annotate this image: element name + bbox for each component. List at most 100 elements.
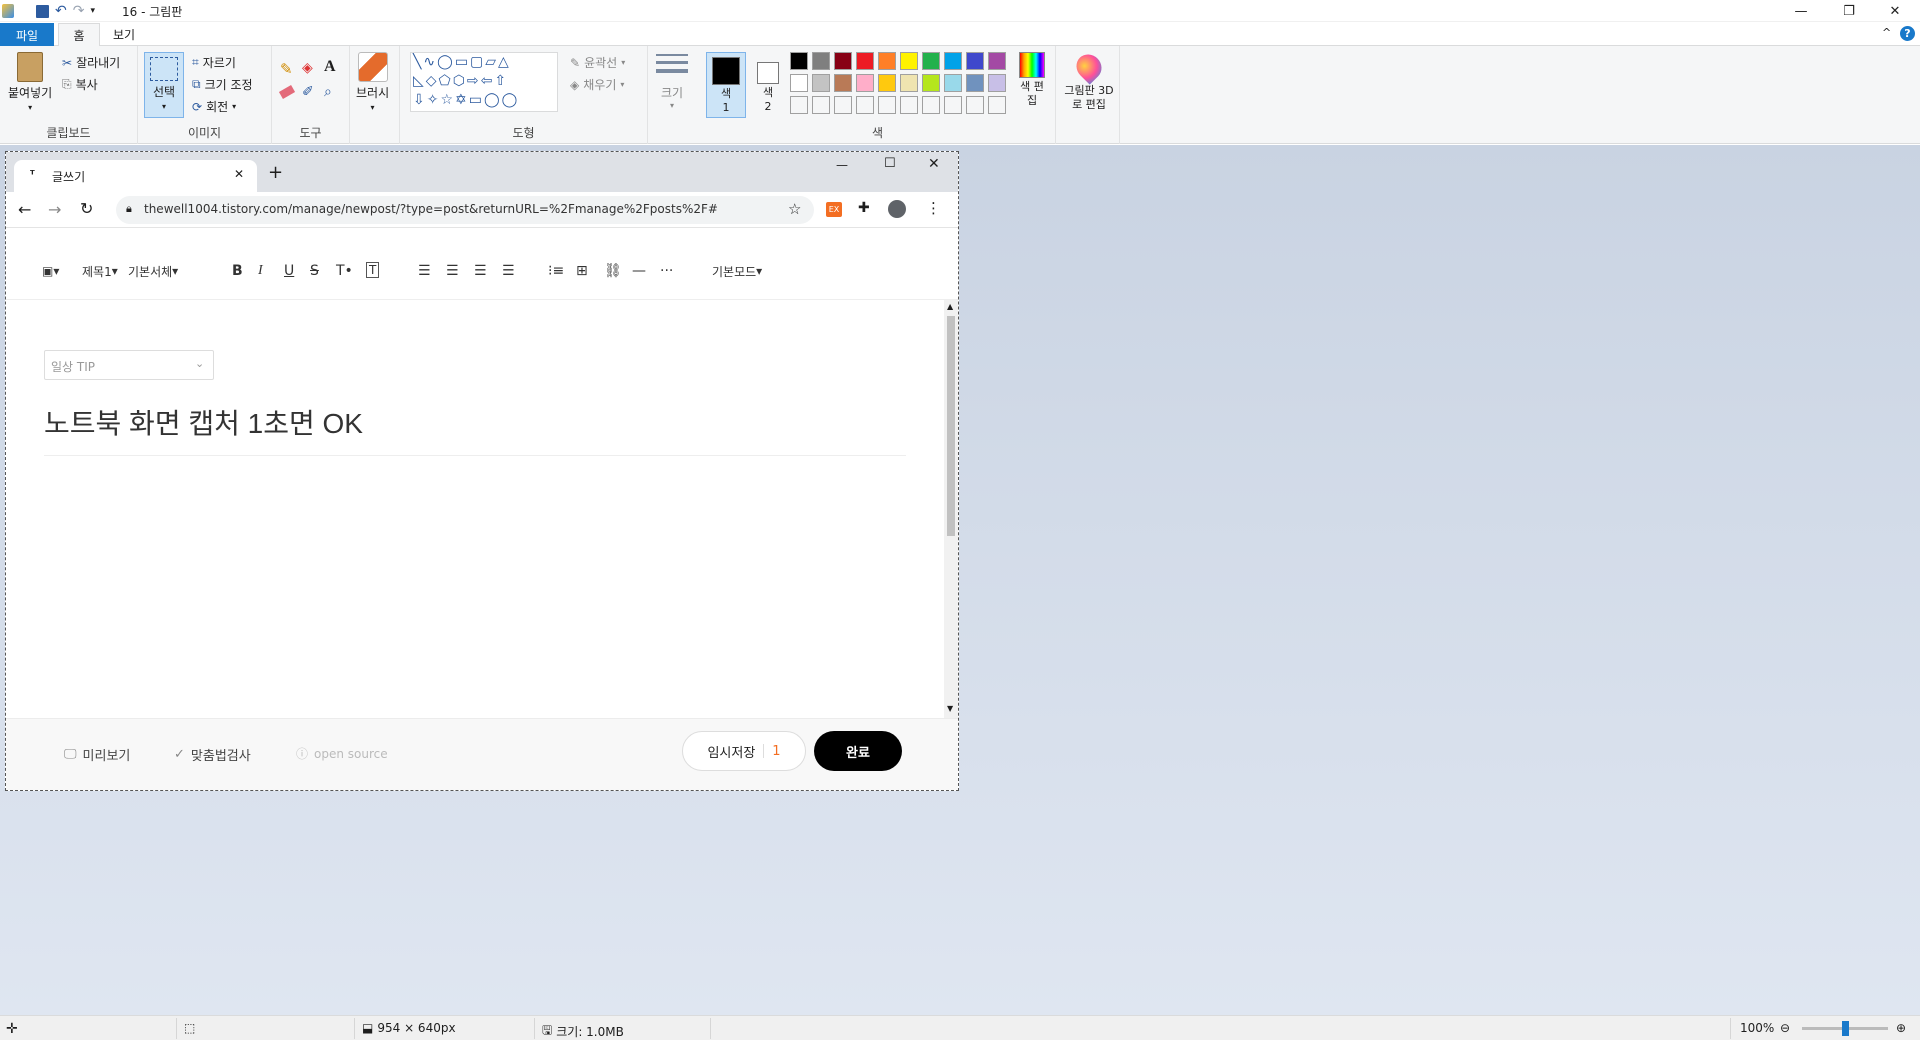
palette-swatch[interactable] (790, 74, 808, 92)
close-button[interactable]: ✕ (1872, 0, 1918, 22)
mode-dropdown[interactable]: 기본모드 ▾ (712, 262, 762, 280)
palette-swatch[interactable] (966, 74, 984, 92)
heading-dropdown[interactable]: 제목1 ▾ (82, 262, 118, 280)
pencil-icon[interactable]: ✎ (280, 60, 293, 78)
palette-swatch[interactable] (856, 52, 874, 70)
palette-swatch[interactable] (944, 52, 962, 70)
bookmark-star-icon[interactable]: ☆ (788, 200, 801, 218)
new-tab-icon[interactable]: + (268, 164, 283, 182)
color-picker-icon[interactable]: ✐ (302, 84, 314, 100)
custom-color-slot[interactable] (988, 96, 1006, 114)
qat-dropdown-icon[interactable]: ▾ (90, 6, 95, 16)
link-icon[interactable]: ⛓ (604, 262, 622, 280)
extension-ex-icon[interactable]: EX (826, 202, 842, 217)
preview-button[interactable]: 🖵︎ 미리보기 (64, 745, 130, 764)
collapse-ribbon-icon[interactable]: ^ (1882, 26, 1891, 39)
palette-swatch[interactable] (900, 74, 918, 92)
scrollbar-thumb[interactable] (947, 316, 955, 536)
fill-button[interactable]: ◈ 채우기 ▾ (570, 76, 624, 93)
eraser-icon[interactable] (278, 85, 296, 99)
canvas-area[interactable]: ᵀ 글쓰기 ✕ + — ☐ ✕ ← → ↻ 🔒︎ thewell1004.tis… (0, 145, 1920, 1015)
help-icon[interactable]: ? (1900, 26, 1915, 41)
forward-icon[interactable]: → (48, 200, 61, 219)
browser-menu-icon[interactable]: ⋮ (926, 199, 941, 217)
custom-color-slot[interactable] (922, 96, 940, 114)
category-select[interactable]: 일상 TIP ⌄ (44, 350, 214, 380)
table-icon[interactable]: ⊞ (576, 262, 588, 280)
palette-swatch[interactable] (900, 52, 918, 70)
redo-icon[interactable]: ↷ (73, 3, 85, 19)
minimize-button[interactable]: — (1778, 0, 1824, 22)
scroll-down-icon[interactable]: ▼ (947, 704, 953, 713)
align-right-icon[interactable]: ☰ (474, 262, 487, 280)
scroll-up-icon[interactable]: ▲ (947, 302, 953, 311)
custom-color-slot[interactable] (900, 96, 918, 114)
palette-swatch[interactable] (922, 52, 940, 70)
custom-color-slot[interactable] (834, 96, 852, 114)
profile-avatar-icon[interactable] (888, 200, 906, 218)
custom-color-slot[interactable] (966, 96, 984, 114)
palette-swatch[interactable] (922, 74, 940, 92)
address-bar[interactable]: 🔒︎ thewell1004.tistory.com/manage/newpos… (116, 196, 814, 224)
paint3d-button[interactable]: 그림판 3D로 편집 (1062, 49, 1116, 122)
custom-color-slot[interactable] (878, 96, 896, 114)
browser-maximize-icon[interactable]: ☐ (884, 156, 896, 171)
browser-close-icon[interactable]: ✕ (928, 156, 940, 172)
palette-swatch[interactable] (834, 74, 852, 92)
bullet-list-icon[interactable]: ⁝≡ (548, 262, 564, 280)
back-icon[interactable]: ← (18, 200, 31, 219)
done-button[interactable]: 완료 (814, 731, 902, 771)
extensions-puzzle-icon[interactable]: ✚ (858, 200, 870, 216)
tab-view[interactable]: 보기 (104, 23, 144, 46)
custom-color-slot[interactable] (944, 96, 962, 114)
text-color-icon[interactable]: T• (336, 262, 353, 280)
tab-close-icon[interactable]: ✕ (234, 167, 244, 181)
palette-swatch[interactable] (878, 52, 896, 70)
align-left-icon[interactable]: ☰ (418, 262, 431, 280)
horizontal-line-icon[interactable]: — (632, 262, 646, 280)
reload-icon[interactable]: ↻ (80, 199, 93, 218)
undo-icon[interactable]: ↶ (55, 3, 67, 19)
outline-button[interactable]: ✎ 윤곽선 ▾ (570, 54, 625, 71)
browser-tab[interactable]: ᵀ 글쓰기 ✕ (14, 160, 257, 192)
post-title[interactable]: 노트북 화면 캡처 1초면 OK (44, 402, 363, 442)
palette-swatch[interactable] (834, 52, 852, 70)
underline-icon[interactable]: U (284, 262, 294, 280)
editor-scrollbar[interactable]: ▲ ▼ (944, 300, 958, 718)
open-source-link[interactable]: ⓘ open source (296, 745, 388, 762)
zoom-slider-thumb[interactable] (1842, 1021, 1849, 1036)
copy-button[interactable]: ⎘ 복사 (62, 76, 98, 93)
color2-button[interactable]: 색 2 (748, 52, 788, 118)
crop-button[interactable]: ⌗ 자르기 (192, 54, 236, 71)
palette-swatch[interactable] (966, 52, 984, 70)
palette-swatch[interactable] (812, 52, 830, 70)
palette-swatch[interactable] (790, 52, 808, 70)
spellcheck-button[interactable]: ✓ 맞춤법검사 (174, 745, 251, 764)
tab-file[interactable]: 파일 (0, 23, 54, 46)
strikethrough-icon[interactable]: S (310, 262, 319, 280)
custom-color-slot[interactable] (790, 96, 808, 114)
palette-swatch[interactable] (944, 74, 962, 92)
edit-colors-button[interactable]: 색 편집 (1014, 52, 1050, 118)
more-icon[interactable]: ··· (660, 262, 673, 280)
palette-swatch[interactable] (988, 74, 1006, 92)
rotate-button[interactable]: ⟳ 회전 ▾ (192, 98, 236, 115)
bold-icon[interactable]: B (232, 262, 243, 280)
paste-button[interactable]: 붙여넣기 ▾ (8, 52, 52, 112)
tab-home[interactable]: 홈 (58, 23, 100, 46)
palette-swatch[interactable] (856, 74, 874, 92)
insert-image-icon[interactable]: ▣▾ (42, 262, 59, 280)
align-justify-icon[interactable]: ☰ (502, 262, 515, 280)
shape-gallery[interactable]: ╲∿◯▭▢▱△ ◺◇⬠⬡⇨⇦⇧ ⇩✧☆✡▭◯◯ (410, 52, 558, 112)
pasted-image[interactable]: ᵀ 글쓰기 ✕ + — ☐ ✕ ← → ↻ 🔒︎ thewell1004.tis… (5, 151, 959, 791)
palette-swatch[interactable] (988, 52, 1006, 70)
save-icon[interactable] (36, 4, 49, 18)
palette-swatch[interactable] (812, 74, 830, 92)
custom-color-slot[interactable] (856, 96, 874, 114)
cut-button[interactable]: ✂ 잘라내기 (62, 54, 120, 71)
brushes-button[interactable]: 브러시 ▾ (356, 52, 389, 112)
italic-icon[interactable]: I (258, 262, 263, 280)
resize-button[interactable]: ⧉ 크기 조정 (192, 76, 253, 93)
font-dropdown[interactable]: 기본서체 ▾ (128, 262, 178, 280)
zoom-out-icon[interactable]: ⊖ (1780, 1021, 1790, 1035)
